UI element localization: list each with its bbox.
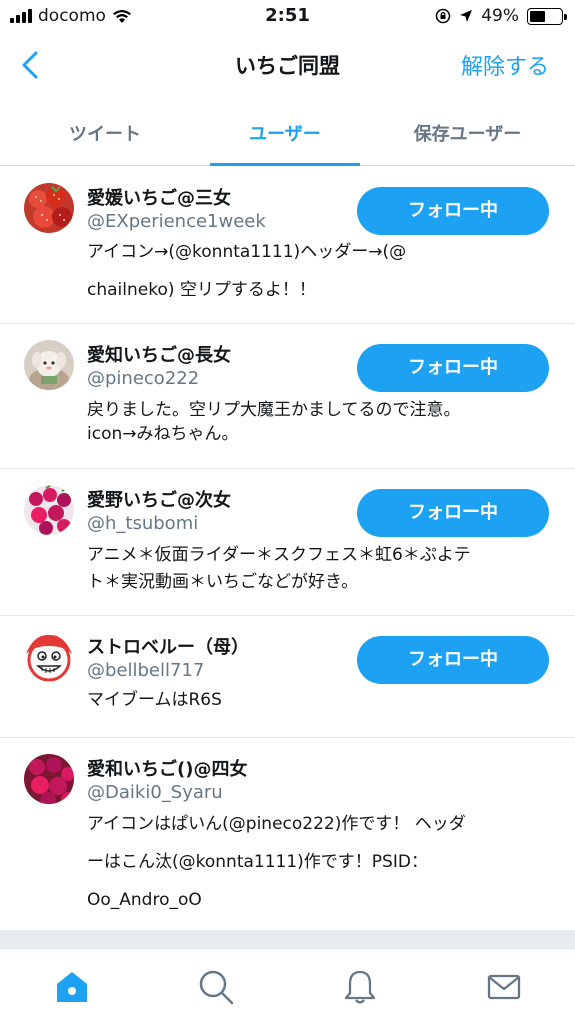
orientation-lock-icon (435, 8, 451, 24)
status-right: 49% (435, 6, 567, 26)
list-item[interactable]: ストロベルー（母） @bellbell717 マイブームはR6S フォロー中 (0, 616, 575, 738)
bio-line: アニメ＊仮面ライダー＊スクフェス＊虹6＊ぷよテ (87, 545, 471, 565)
user-handle: @bellbell717 (87, 660, 205, 681)
bio-line: Oo_Andro_oO (87, 890, 202, 910)
bio-line: ト＊実況動画＊いちごなどが好き。 (87, 572, 359, 592)
user-bio: アイコンはぱいん(@pineco222)作です！ ヘッダ ーはこん汰(@konn… (87, 805, 557, 919)
list-item[interactable]: 愛媛いちご@三女 @EXperience1week アイコン→(@konnta1… (0, 167, 575, 324)
avatar[interactable] (24, 340, 74, 390)
bio-line: ーはこん汰(@konnta1111)作です！PSID： (87, 852, 428, 872)
list-item[interactable]: 愛野いちご@次女 @h_tsubomi アニメ＊仮面ライダー＊スクフェス＊虹6＊… (0, 469, 575, 616)
user-name: 愛媛いちご@三女 (87, 188, 231, 209)
following-button[interactable]: フォロー中 (357, 636, 549, 684)
avatar[interactable] (24, 632, 74, 682)
tab-bar: ツイート ユーザー 保存ユーザー (0, 96, 575, 166)
following-button[interactable]: フォロー中 (357, 489, 549, 537)
tab-users[interactable]: ユーザー (210, 96, 360, 166)
user-name: ストロベルー（母） (87, 637, 249, 658)
section-divider (0, 930, 575, 948)
user-handle: @EXperience1week (87, 211, 266, 232)
bio-line: chailneko) 空リプするよ！！ (87, 280, 316, 300)
user-name: 愛和いちご()@四女 (87, 759, 248, 780)
bio-line: icon→みねちゃん。 (87, 424, 239, 444)
avatar[interactable] (24, 485, 74, 535)
user-bio: アニメ＊仮面ライダー＊スクフェス＊虹6＊ぷよテ ト＊実況動画＊いちごなどが好き。 (87, 542, 557, 596)
mail-icon[interactable] (484, 967, 524, 1007)
user-bio: 戻りました。空リプ大魔王かましてるので注意。 icon→みねちゃん。 (87, 398, 557, 446)
list-item[interactable]: 愛知いちご@長女 @pineco222 戻りました。空リプ大魔王かましてるので注… (0, 324, 575, 469)
user-bio: アイコン→(@konnta1111)ヘッダー→(@ chailneko) 空リプ… (87, 233, 557, 309)
user-handle: @Daiki0_Syaru (87, 782, 223, 803)
user-list: 愛媛いちご@三女 @EXperience1week アイコン→(@konnta1… (0, 167, 575, 931)
bio-line: 戻りました。空リプ大魔王かましてるので注意。 (87, 400, 461, 420)
tab-tweets[interactable]: ツイート (0, 96, 210, 165)
avatar[interactable] (24, 183, 74, 233)
list-item[interactable]: 愛和いちご()@四女 @Daiki0_Syaru アイコンはぱいん(@pinec… (0, 738, 575, 931)
bell-icon[interactable] (340, 967, 380, 1007)
user-name: 愛知いちご@長女 (87, 345, 231, 366)
battery-percent: 49% (481, 6, 519, 26)
location-arrow-icon (460, 10, 473, 22)
bio-line: アイコン→(@konnta1111)ヘッダー→(@ (87, 242, 407, 262)
user-handle: @pineco222 (87, 368, 200, 389)
status-bar: docomo 2:51 49% (0, 0, 575, 34)
home-icon[interactable] (52, 967, 92, 1007)
user-handle: @h_tsubomi (87, 513, 199, 534)
nav-bar: いちご同盟 解除する (0, 34, 575, 96)
search-icon[interactable] (196, 967, 236, 1007)
avatar[interactable] (24, 754, 74, 804)
bio-line: アイコンはぱいん(@pineco222)作です！ ヘッダ (87, 814, 466, 834)
following-button[interactable]: フォロー中 (357, 187, 549, 235)
bio-line: マイブームはR6S (87, 690, 222, 710)
user-name: 愛野いちご@次女 (87, 490, 231, 511)
unfollow-list-button[interactable]: 解除する (461, 49, 549, 81)
battery-fill (530, 10, 545, 22)
following-button[interactable]: フォロー中 (357, 344, 549, 392)
bottom-tab-bar (0, 948, 575, 1024)
tab-saved-users[interactable]: 保存ユーザー (360, 96, 575, 165)
user-bio: マイブームはR6S (87, 688, 557, 712)
battery-icon (527, 7, 567, 25)
